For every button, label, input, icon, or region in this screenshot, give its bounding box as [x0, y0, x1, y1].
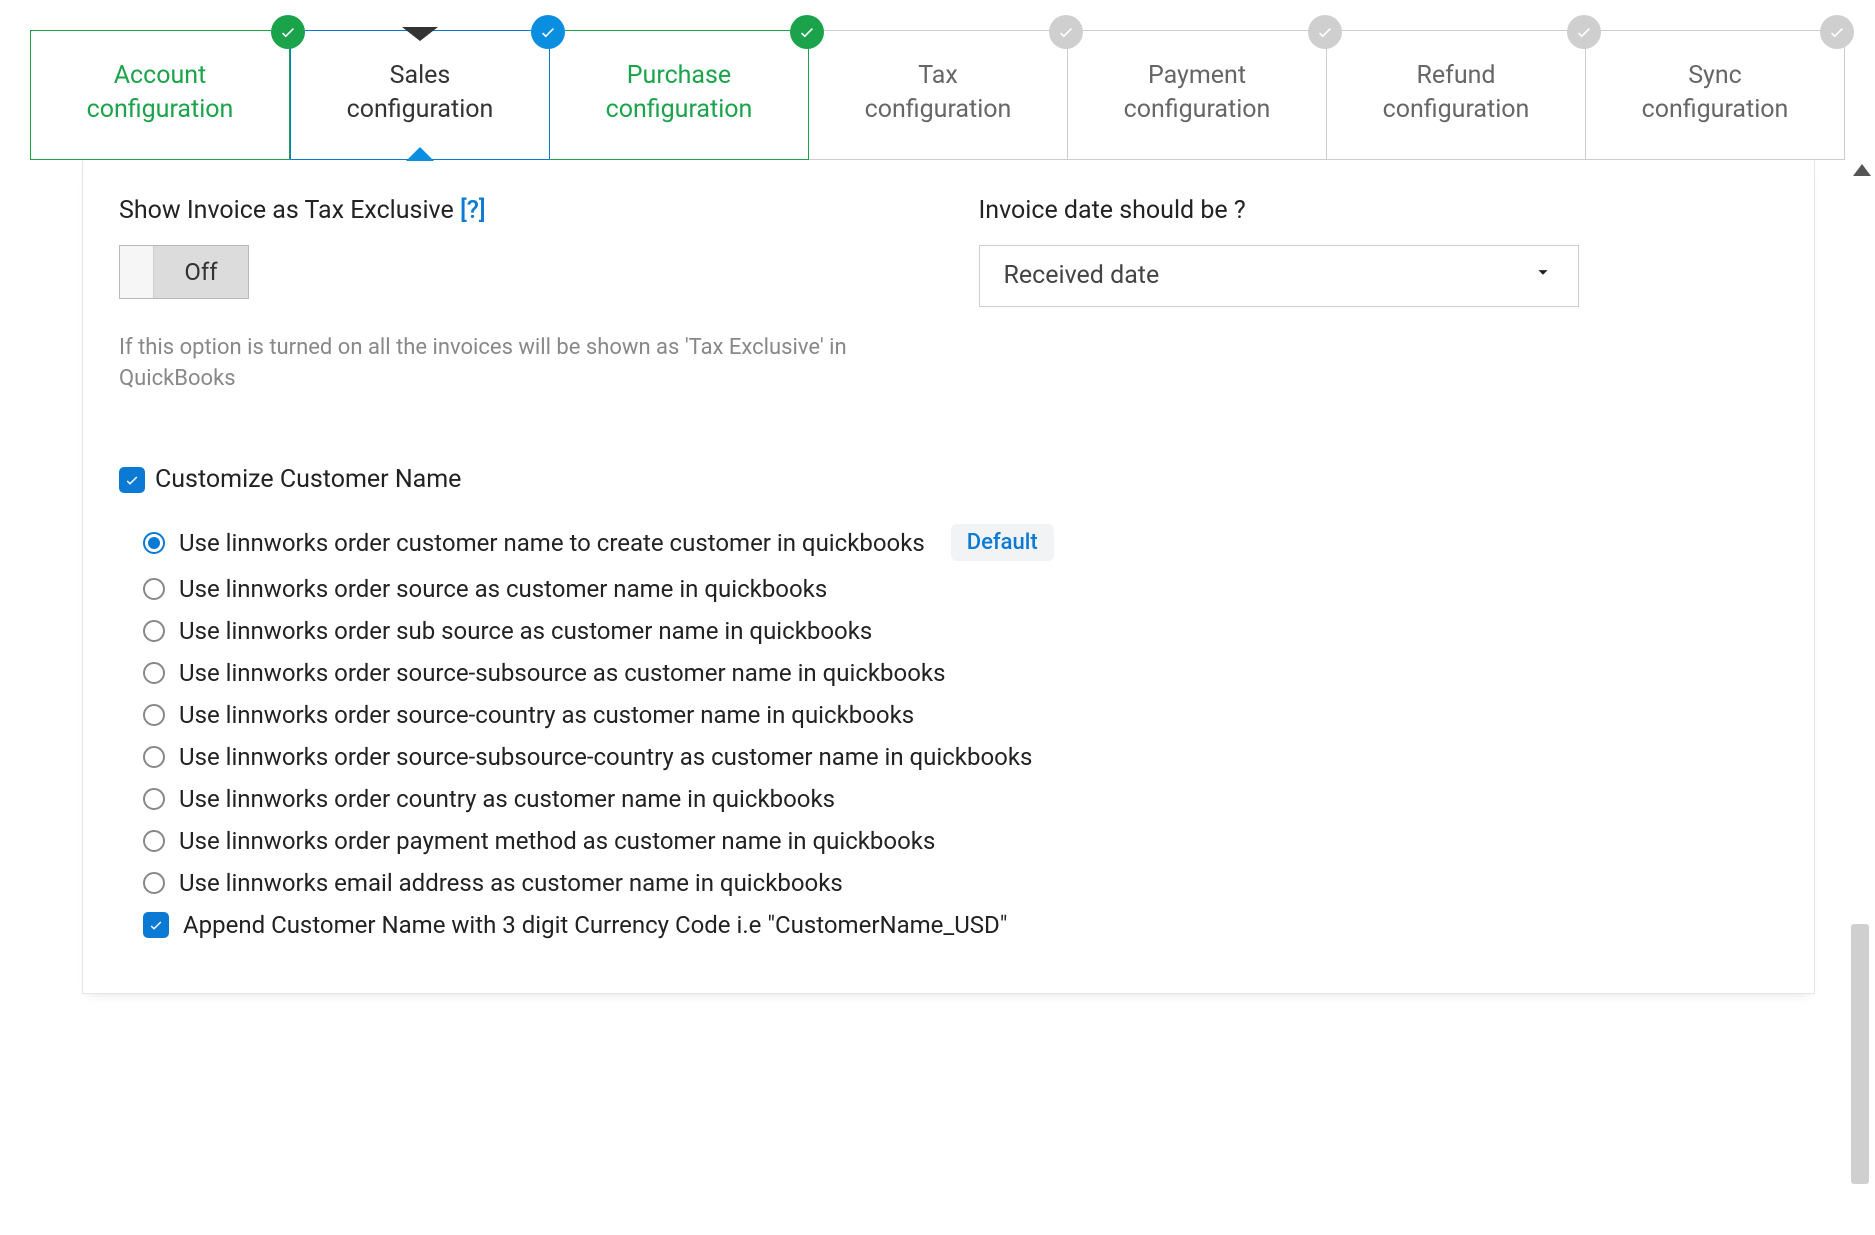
- customize-customer-name-checkbox[interactable]: Customize Customer Name: [119, 465, 1778, 494]
- radio-option[interactable]: Use linnworks order source-country as cu…: [143, 701, 1778, 729]
- radio-label: Use linnworks email address as customer …: [179, 869, 843, 897]
- scroll-thumb[interactable]: [1851, 924, 1869, 1184]
- invoice-date-label: Invoice date should be ?: [979, 196, 1779, 225]
- default-chip: Default: [951, 524, 1054, 561]
- tab-purchase-configuration[interactable]: Purchase configuration: [550, 30, 809, 160]
- chevron-down-icon: [1532, 261, 1554, 290]
- tab-refund-configuration[interactable]: Refund configuration: [1327, 30, 1586, 160]
- radio-option[interactable]: Use linnworks order source-subsource as …: [143, 659, 1778, 687]
- radio-icon: [143, 746, 165, 768]
- select-value: Received date: [1004, 261, 1160, 290]
- radio-option[interactable]: Use linnworks order source as customer n…: [143, 575, 1778, 603]
- radio-label: Use linnworks order customer name to cre…: [179, 529, 925, 557]
- tab-label: Tax configuration: [865, 61, 1012, 124]
- show-invoice-label: Show Invoice as Tax Exclusive [?]: [119, 196, 919, 225]
- radio-option[interactable]: Use linnworks order customer name to cre…: [143, 524, 1778, 561]
- show-invoice-toggle[interactable]: Off: [119, 245, 249, 299]
- radio-label: Use linnworks order source as customer n…: [179, 575, 827, 603]
- check-icon: [1567, 15, 1601, 49]
- tab-sync-configuration[interactable]: Sync configuration: [1586, 30, 1845, 160]
- radio-option[interactable]: Use linnworks order sub source as custom…: [143, 617, 1778, 645]
- radio-icon: [143, 578, 165, 600]
- tab-payment-configuration[interactable]: Payment configuration: [1068, 30, 1327, 160]
- check-icon: [271, 15, 305, 49]
- checkbox-icon: [119, 467, 145, 493]
- tab-sales-configuration[interactable]: Sales configuration: [290, 30, 550, 160]
- config-tabs: Account configuration Sales configuratio…: [30, 30, 1845, 160]
- active-tab-indicator: [406, 147, 434, 161]
- scrollbar[interactable]: [1849, 168, 1875, 1188]
- tab-tax-configuration[interactable]: Tax configuration: [809, 30, 1068, 160]
- append-currency-checkbox[interactable]: Append Customer Name with 3 digit Curren…: [143, 911, 1778, 939]
- help-link[interactable]: [?]: [460, 196, 486, 225]
- radio-icon: [143, 662, 165, 684]
- toggle-knob: [120, 246, 154, 298]
- check-icon: [1049, 15, 1083, 49]
- checkbox-label: Append Customer Name with 3 digit Curren…: [183, 911, 1007, 939]
- radio-label: Use linnworks order country as customer …: [179, 785, 835, 813]
- radio-icon: [143, 830, 165, 852]
- checkbox-label: Customize Customer Name: [155, 465, 461, 494]
- radio-icon: [143, 620, 165, 642]
- customer-name-options: Use linnworks order customer name to cre…: [143, 524, 1778, 939]
- radio-option[interactable]: Use linnworks email address as customer …: [143, 869, 1778, 897]
- show-invoice-hint: If this option is turned on all the invo…: [119, 332, 899, 396]
- radio-label: Use linnworks order source-country as cu…: [179, 701, 914, 729]
- check-icon: [790, 15, 824, 49]
- radio-icon: [143, 788, 165, 810]
- check-icon: [1820, 15, 1854, 49]
- radio-option[interactable]: Use linnworks order source-subsource-cou…: [143, 743, 1778, 771]
- radio-icon: [143, 704, 165, 726]
- checkbox-icon: [143, 912, 169, 938]
- scroll-up-arrow-icon: [1853, 164, 1871, 176]
- radio-icon: [143, 532, 165, 554]
- tab-label: Payment configuration: [1124, 61, 1271, 124]
- toggle-state: Off: [154, 246, 248, 298]
- check-icon: [1308, 15, 1342, 49]
- tab-account-configuration[interactable]: Account configuration: [30, 30, 290, 160]
- invoice-date-select[interactable]: Received date: [979, 245, 1579, 307]
- radio-option[interactable]: Use linnworks order payment method as cu…: [143, 827, 1778, 855]
- tab-label: Refund configuration: [1383, 61, 1530, 124]
- sales-config-panel: Show Invoice as Tax Exclusive [?] Off If…: [82, 160, 1815, 995]
- tab-label: Purchase configuration: [606, 61, 753, 124]
- tab-label: Sales configuration: [347, 61, 494, 124]
- radio-label: Use linnworks order source-subsource as …: [179, 659, 945, 687]
- radio-icon: [143, 872, 165, 894]
- chevron-down-icon: [402, 27, 438, 41]
- tab-label: Account configuration: [87, 61, 234, 124]
- check-icon: [531, 15, 565, 49]
- radio-option[interactable]: Use linnworks order country as customer …: [143, 785, 1778, 813]
- tab-label: Sync configuration: [1642, 61, 1789, 124]
- radio-label: Use linnworks order sub source as custom…: [179, 617, 872, 645]
- radio-label: Use linnworks order source-subsource-cou…: [179, 743, 1032, 771]
- radio-label: Use linnworks order payment method as cu…: [179, 827, 935, 855]
